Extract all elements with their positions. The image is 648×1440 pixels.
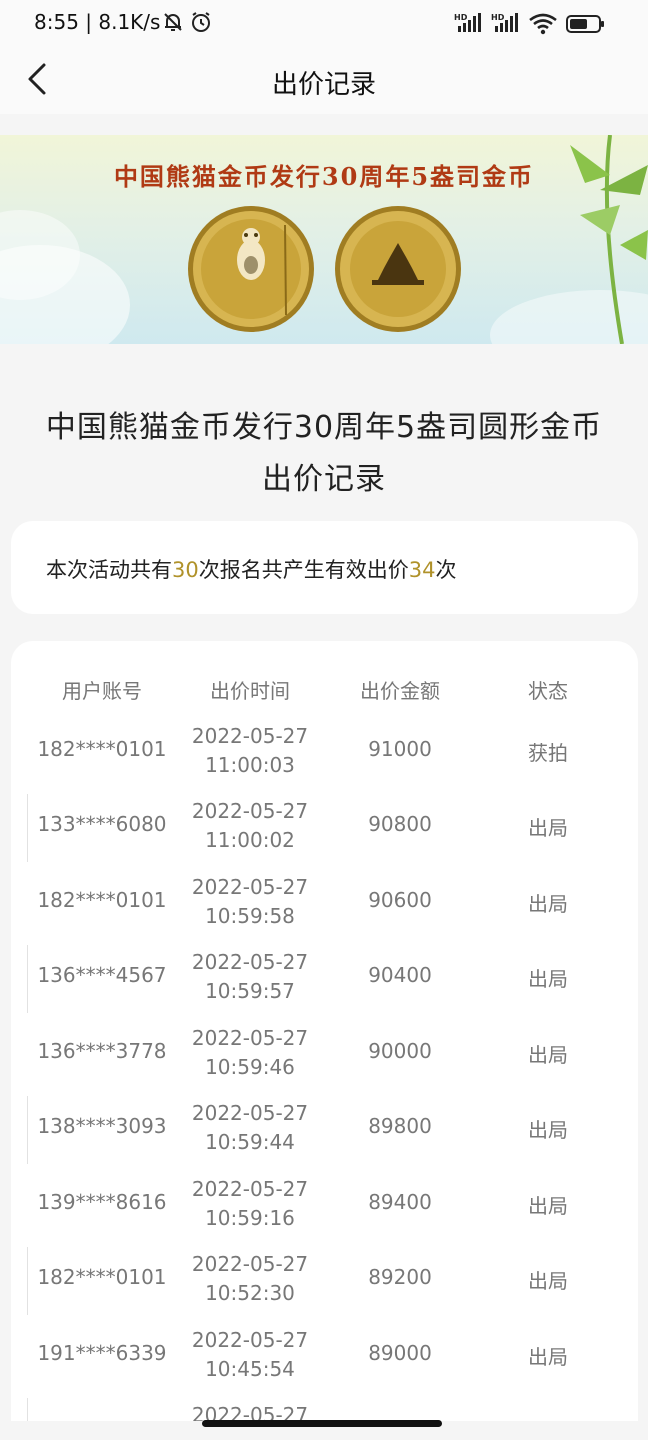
table-header: 用户账号 出价时间 出价金额 状态: [11, 675, 638, 705]
row-date: 2022-05-27: [191, 799, 309, 823]
header-account: 用户账号: [62, 679, 142, 703]
row-account: 182****0101: [37, 1265, 167, 1289]
row-time: 11:00:03: [205, 753, 295, 777]
row-date: 2022-05-27: [191, 1026, 309, 1050]
row-time: 10:59:44: [205, 1130, 295, 1154]
row-time: 10:59:46: [205, 1055, 295, 1079]
row-date: 2022-05-27: [191, 1403, 309, 1421]
battery-icon: [566, 15, 604, 33]
signup-count: 30: [172, 558, 199, 582]
svg-text:HD: HD: [491, 13, 505, 22]
bid-count: 34: [408, 558, 436, 582]
wifi-icon: [529, 13, 557, 35]
table-row: 182****0101 2022-05-27 10:59:58 90600 出局: [11, 868, 638, 943]
row-datetime: 2022-05-27 10:59:16: [175, 1175, 325, 1233]
status-bar: 8:55 | 8.1K/s HD HD: [0, 0, 648, 46]
row-status: 出局: [528, 1345, 568, 1369]
row-datetime: 2022-05-27 10:45:54: [175, 1326, 325, 1384]
row-amount: 90600: [368, 888, 432, 912]
row-account: 136****4567: [37, 963, 167, 987]
row-status: 出局: [528, 816, 568, 840]
row-status: 出局: [528, 1043, 568, 1067]
hd-signal-icon: HD: [454, 13, 481, 32]
heading-line-1: 中国熊猫金币发行30周年5盎司圆形金币: [45, 410, 603, 445]
record-heading: 中国熊猫金币发行30周年5盎司圆形金币 出价记录: [0, 402, 648, 506]
table-row: 136****4567 2022-05-27 10:59:57 90400 出局: [11, 943, 638, 1018]
row-date: 2022-05-27: [191, 1177, 309, 1201]
row-account: 182****0101: [37, 737, 167, 761]
status-time: 8:55 | 8.1K/s: [34, 10, 161, 34]
page-title: 出价记录: [271, 70, 376, 100]
row-status: 出局: [528, 1118, 568, 1142]
row-amount: 90000: [368, 1039, 432, 1063]
mute-bell-icon: [164, 13, 182, 31]
row-account: 133****6080: [37, 812, 167, 836]
summary-middle: 次报名共产生有效出价: [198, 558, 409, 582]
row-time: 10:59:58: [205, 904, 295, 928]
row-amount: 89000: [368, 1341, 432, 1365]
hd-signal-icon: HD: [491, 13, 518, 32]
row-status: 出局: [528, 1269, 568, 1293]
row-status: 出局: [528, 1194, 568, 1218]
row-amount: 89200: [368, 1265, 432, 1289]
svg-text:HD: HD: [454, 13, 468, 22]
row-datetime: 2022-05-27 10:59:57: [175, 948, 325, 1006]
table-row: 138****3093 2022-05-27 10:59:44 89800 出局: [11, 1094, 638, 1169]
bid-records-table: 用户账号 出价时间 出价金额 状态 182****0101 2022-05-27…: [11, 641, 638, 1421]
row-amount: 90800: [368, 812, 432, 836]
row-status: 获拍: [528, 741, 568, 765]
summary-suffix: 次: [435, 558, 457, 582]
row-time: 10:45:54: [205, 1357, 295, 1381]
row-account: 191****6339: [37, 1341, 167, 1365]
table-row: 136****3778 2022-05-27 10:59:46 90000 出局: [11, 1019, 638, 1094]
row-datetime: 2022-05-27 11:00:03: [175, 722, 325, 780]
banner-image: 中国熊猫金币发行30周年5盎司金币: [0, 135, 648, 344]
row-date: 2022-05-27: [191, 724, 309, 748]
summary-text: 本次活动共有30次报名共产生有效出价34次: [46, 554, 456, 584]
row-amount: 89800: [368, 1114, 432, 1138]
row-date: 2022-05-27: [191, 1328, 309, 1352]
alarm-icon: [192, 12, 210, 32]
summary-prefix: 本次活动共有: [46, 558, 172, 582]
home-indicator[interactable]: [202, 1420, 442, 1427]
row-time: 10:59:16: [205, 1206, 295, 1230]
row-amount: 91000: [368, 737, 432, 761]
table-row: 133****6080 2022-05-27 11:00:02 90800 出局: [11, 792, 638, 867]
banner-title: 中国熊猫金币发行30周年5盎司金币: [113, 162, 535, 191]
row-datetime: 2022-05-27 10:59:46: [175, 1024, 325, 1082]
summary-card: 本次活动共有30次报名共产生有效出价34次: [11, 521, 638, 614]
row-datetime: 2022-05-27 11:00:02: [175, 797, 325, 855]
header-amount: 出价金额: [360, 679, 440, 703]
row-account: 182****0101: [37, 888, 167, 912]
row-time: 10:59:57: [205, 979, 295, 1003]
row-datetime: 2022-05-27: [175, 1401, 325, 1421]
table-row: 191****6339 2022-05-27 10:45:54 89000 出局: [11, 1321, 638, 1396]
row-amount: 89400: [368, 1190, 432, 1214]
heading-line-2: 出价记录: [262, 462, 386, 497]
row-account: 139****8616: [37, 1190, 167, 1214]
row-datetime: 2022-05-27 10:52:30: [175, 1250, 325, 1308]
row-date: 2022-05-27: [191, 875, 309, 899]
table-row: 139****8616 2022-05-27 10:59:16 89400 出局: [11, 1170, 638, 1245]
header-time: 出价时间: [210, 679, 290, 703]
table-row: 2022-05-27: [11, 1396, 638, 1421]
row-amount: 90400: [368, 963, 432, 987]
title-bar: 出价记录: [0, 46, 648, 114]
row-status: 出局: [528, 967, 568, 991]
table-row: 182****0101 2022-05-27 10:52:30 89200 出局: [11, 1245, 638, 1320]
row-date: 2022-05-27: [191, 950, 309, 974]
row-datetime: 2022-05-27 10:59:58: [175, 873, 325, 931]
row-account: 138****3093: [37, 1114, 167, 1138]
row-account: 136****3778: [37, 1039, 167, 1063]
table-row: 182****0101 2022-05-27 11:00:03 91000 获拍: [11, 717, 638, 792]
row-datetime: 2022-05-27 10:59:44: [175, 1099, 325, 1157]
header-status: 状态: [528, 679, 568, 703]
row-time: 10:52:30: [205, 1281, 295, 1305]
row-status: 出局: [528, 892, 568, 916]
row-date: 2022-05-27: [191, 1252, 309, 1276]
row-date: 2022-05-27: [191, 1101, 309, 1125]
row-time: 11:00:02: [205, 828, 295, 852]
